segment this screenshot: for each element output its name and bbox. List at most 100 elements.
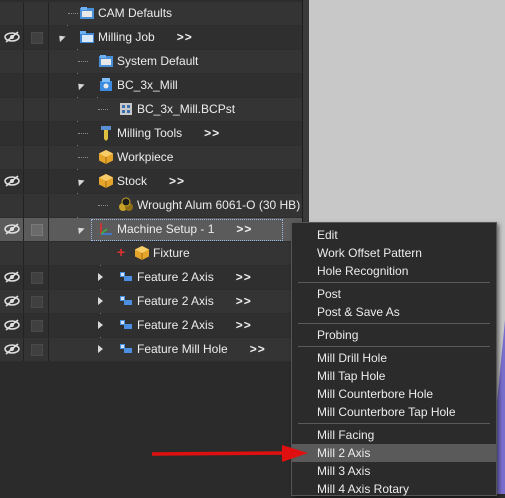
checkbox[interactable] xyxy=(31,296,43,308)
menu-item-post[interactable]: Post xyxy=(292,285,496,303)
tree-row-feature-2-axis[interactable]: Feature 2 Axis >> xyxy=(0,290,302,313)
more-indicator[interactable]: >> xyxy=(236,294,252,308)
menu-item-hole-recognition[interactable]: Hole Recognition xyxy=(292,262,496,280)
checkbox-cell xyxy=(24,170,49,193)
tree-label: BC_3x_Mill xyxy=(117,78,178,92)
tree-row-system-default[interactable]: System Default xyxy=(0,50,302,73)
plus-icon[interactable]: + xyxy=(117,244,125,260)
more-indicator[interactable]: >> xyxy=(250,342,266,356)
expand-arrow-icon[interactable] xyxy=(75,176,85,187)
more-indicator[interactable]: >> xyxy=(204,126,220,140)
tree-row-feature-2-axis[interactable]: Feature 2 Axis >> xyxy=(0,266,302,289)
tree-label-text: Feature Mill Hole xyxy=(137,342,228,356)
checkbox-cell[interactable] xyxy=(24,266,49,289)
tree-row-post-file[interactable]: BC_3x_Mill.BCPst xyxy=(0,98,302,121)
collapse-arrow-icon[interactable] xyxy=(98,273,103,281)
tree-row-bc-3x-mill[interactable]: BC_3x_Mill xyxy=(0,74,302,97)
feature-2-axis-icon xyxy=(120,296,132,305)
visibility-cell xyxy=(0,146,24,169)
menu-item-mill-drill-hole[interactable]: Mill Drill Hole xyxy=(292,349,496,367)
visibility-cell xyxy=(0,122,24,145)
tree-row-workpiece[interactable]: Workpiece xyxy=(0,146,302,169)
tree-row-fixture[interactable]: + Fixture xyxy=(0,242,302,265)
menu-item-mill-tap-hole[interactable]: Mill Tap Hole xyxy=(292,367,496,385)
visibility-cell[interactable] xyxy=(0,338,24,361)
menu-item-post-save-as[interactable]: Post & Save As xyxy=(292,303,496,321)
tree-label: Stock >> xyxy=(117,174,185,188)
checkbox-cell[interactable] xyxy=(24,338,49,361)
menu-item-work-offset-pattern[interactable]: Work Offset Pattern xyxy=(292,244,496,262)
feature-2-axis-icon xyxy=(120,272,132,281)
eye-icon[interactable] xyxy=(4,319,20,331)
visibility-cell xyxy=(0,50,24,73)
tree-row-machine-setup[interactable]: Machine Setup - 1 >> xyxy=(0,218,302,241)
tree-row-milling-job[interactable]: Milling Job >> xyxy=(0,26,302,49)
feature-2-axis-icon xyxy=(120,320,132,329)
collapse-arrow-icon[interactable] xyxy=(98,297,103,305)
checkbox-cell xyxy=(24,98,49,121)
checkbox-cell[interactable] xyxy=(24,314,49,337)
visibility-cell[interactable] xyxy=(0,170,24,193)
visibility-cell[interactable] xyxy=(0,314,24,337)
visibility-cell[interactable] xyxy=(0,266,24,289)
menu-item-mill-counterbore-hole[interactable]: Mill Counterbore Hole xyxy=(292,385,496,403)
checkbox[interactable] xyxy=(31,272,43,284)
eye-icon[interactable] xyxy=(4,175,20,187)
more-indicator[interactable]: >> xyxy=(169,174,185,188)
menu-item-edit[interactable]: Edit xyxy=(292,226,496,244)
tree-empty-area xyxy=(0,362,302,494)
visibility-cell xyxy=(0,194,24,217)
eye-icon[interactable] xyxy=(4,31,20,43)
menu-item-mill-3-axis[interactable]: Mill 3 Axis xyxy=(292,462,496,480)
tree-label: Machine Setup - 1 >> xyxy=(117,222,252,236)
collapse-arrow-icon[interactable] xyxy=(98,321,103,329)
more-indicator[interactable]: >> xyxy=(236,318,252,332)
tree-label: Milling Tools >> xyxy=(117,126,220,140)
checkbox[interactable] xyxy=(31,32,43,44)
tree-label-text: Machine Setup - 1 xyxy=(117,222,215,236)
tree-row-feature-mill-hole[interactable]: Feature Mill Hole >> xyxy=(0,338,302,361)
tree-label: Feature 2 Axis >> xyxy=(137,318,252,332)
menu-item-mill-4-axis-rotary[interactable]: Mill 4 Axis Rotary xyxy=(292,480,496,498)
eye-icon[interactable] xyxy=(4,295,20,307)
checkbox-cell[interactable] xyxy=(24,218,49,241)
expand-arrow-icon[interactable] xyxy=(56,32,66,43)
menu-item-probing[interactable]: Probing xyxy=(292,326,496,344)
eye-icon[interactable] xyxy=(4,223,20,235)
checkbox[interactable] xyxy=(31,344,43,356)
checkbox-cell[interactable] xyxy=(24,26,49,49)
tree-row-milling-tools[interactable]: Milling Tools >> xyxy=(0,122,302,145)
menu-item-mill-2-axis[interactable]: Mill 2 Axis xyxy=(292,444,496,462)
tree-label-text: Milling Job xyxy=(98,30,155,44)
collapse-arrow-icon[interactable] xyxy=(98,345,103,353)
tree-label-text: Stock xyxy=(117,174,148,188)
tree-row-cam-defaults[interactable]: CAM Defaults xyxy=(0,2,302,25)
expand-arrow-icon[interactable] xyxy=(75,80,85,91)
checkbox[interactable] xyxy=(31,224,43,236)
eye-icon[interactable] xyxy=(4,343,20,355)
visibility-cell xyxy=(0,98,24,121)
tree-row-material[interactable]: Wrought Alum 6061-O (30 HB) xyxy=(0,194,302,217)
visibility-cell[interactable] xyxy=(0,218,24,241)
tree-label: BC_3x_Mill.BCPst xyxy=(137,102,236,116)
tree-label-text: Milling Tools xyxy=(117,126,183,140)
more-indicator[interactable]: >> xyxy=(236,270,252,284)
checkbox-cell[interactable] xyxy=(24,290,49,313)
eye-icon[interactable] xyxy=(4,271,20,283)
checkbox[interactable] xyxy=(31,320,43,332)
visibility-cell[interactable] xyxy=(0,26,24,49)
folder-gear-icon xyxy=(80,7,94,19)
context-menu: Edit Work Offset Pattern Hole Recognitio… xyxy=(291,222,497,496)
expand-arrow-icon[interactable] xyxy=(75,224,85,235)
tree-label: Milling Job >> xyxy=(98,30,193,44)
more-indicator[interactable]: >> xyxy=(177,30,193,44)
cam-tree-panel: CAM Defaults Milling Job >> System Defaul… xyxy=(0,0,302,494)
checkbox-cell xyxy=(24,194,49,217)
menu-item-mill-counterbore-tap-hole[interactable]: Mill Counterbore Tap Hole xyxy=(292,403,496,421)
tree-connector xyxy=(78,133,88,135)
menu-item-mill-facing[interactable]: Mill Facing xyxy=(292,426,496,444)
visibility-cell[interactable] xyxy=(0,290,24,313)
tree-row-feature-2-axis[interactable]: Feature 2 Axis >> xyxy=(0,314,302,337)
tree-row-stock[interactable]: Stock >> xyxy=(0,170,302,193)
more-indicator[interactable]: >> xyxy=(236,222,252,236)
